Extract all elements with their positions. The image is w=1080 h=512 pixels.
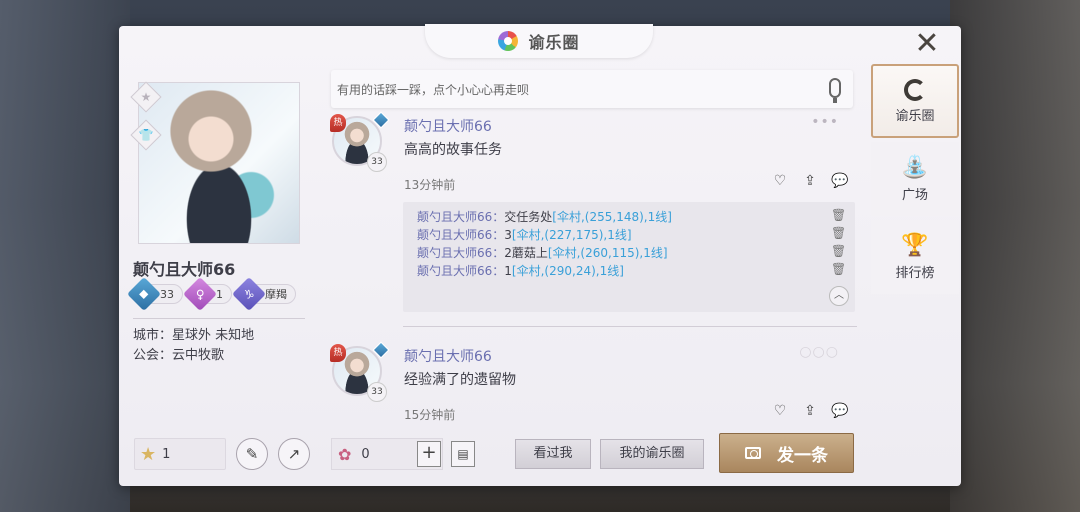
- comment-icon[interactable]: 💬: [831, 402, 849, 420]
- gender-badge: ♀ 1: [183, 277, 232, 311]
- more-options-icon[interactable]: ○○○: [799, 344, 839, 360]
- location-link[interactable]: [伞村,(260,115),1线]: [548, 246, 668, 260]
- comment-text: 交任务处: [504, 210, 553, 224]
- background-right: [950, 0, 1080, 512]
- like-heart-icon[interactable]: ♡: [771, 172, 789, 190]
- trophy-icon: 🏆: [901, 232, 929, 258]
- location-link[interactable]: [伞村,(227,175),1线]: [512, 228, 632, 242]
- location-link[interactable]: [伞村,(290,24),1线]: [512, 264, 624, 278]
- post-author[interactable]: 颠勺且大师66: [404, 346, 492, 366]
- profile-city: 城市：星球外 未知地: [133, 328, 255, 343]
- share-profile-button[interactable]: ↗: [278, 438, 310, 470]
- microphone-icon[interactable]: [829, 78, 841, 103]
- delete-trash-icon[interactable]: 🗑: [831, 262, 846, 276]
- more-options-icon[interactable]: •••: [811, 114, 839, 130]
- share-icon[interactable]: ⇪: [801, 172, 819, 190]
- fountain-icon: ⛲: [901, 154, 929, 180]
- profile-badges: ◆ 33 ♀ 1 ♑ 摩羯: [127, 277, 296, 311]
- comment-text: 3: [504, 228, 512, 242]
- collapse-chevron-up-icon[interactable]: ︿: [829, 286, 849, 306]
- level-badge: ◆ 33: [127, 277, 183, 311]
- add-flower-button[interactable]: +: [417, 441, 441, 467]
- flower-icon: ✿: [338, 444, 352, 464]
- profile-guild: 公会：云中牧歌: [133, 348, 225, 363]
- post-text: 高高的故事任务: [404, 142, 502, 158]
- female-icon: ♀: [183, 277, 217, 311]
- post-author[interactable]: 颠勺且大师66: [404, 116, 492, 136]
- hot-tag: 热: [330, 114, 346, 132]
- zodiac-badge: ♑ 摩羯: [232, 277, 296, 311]
- new-post-label: 发一条: [777, 445, 828, 466]
- profile-avatar[interactable]: [138, 82, 300, 244]
- delete-trash-icon[interactable]: 🗑: [831, 208, 846, 222]
- tab-label: 谕乐圈: [895, 108, 935, 124]
- comment-list: 颠勺且大师66：交任务处[伞村,(255,148),1线] 🗑 颠勺且大师66：…: [403, 202, 855, 312]
- tab-ranking[interactable]: 🏆 排行榜: [871, 220, 959, 294]
- delete-trash-icon[interactable]: 🗑: [831, 226, 846, 240]
- diamond-icon: ◆: [127, 277, 161, 311]
- share-icon[interactable]: ⇪: [801, 402, 819, 420]
- profile-actions: ★ 1 ✎ ↗: [134, 438, 310, 470]
- delete-trash-icon[interactable]: 🗑: [831, 244, 846, 258]
- comment-row: 颠勺且大师66：3[伞村,(227,175),1线]: [417, 226, 632, 243]
- comment-author[interactable]: 颠勺且大师66：: [417, 264, 504, 278]
- post-level: 33: [367, 152, 387, 172]
- post-time: 15分钟前: [404, 408, 456, 422]
- comment-text: 2蘑菇上: [504, 246, 548, 260]
- comment-row: 颠勺且大师66：交任务处[伞村,(255,148),1线]: [417, 208, 672, 225]
- capricorn-icon: ♑: [232, 277, 266, 311]
- social-panel: 谕乐圈 ✕ ★ 👕 颠勺且大师66 ◆ 33 ♀ 1 ♑ 摩羯 城市：星球外 未…: [119, 24, 961, 486]
- edit-signature-button[interactable]: ✎: [236, 438, 268, 470]
- panel-title: 谕乐圈: [528, 33, 580, 52]
- background-left: [0, 0, 130, 512]
- divider: [133, 318, 305, 319]
- comment-input[interactable]: 有用的话踩一踩，点个小心心再走呗: [331, 70, 853, 108]
- hot-tag: 热: [330, 344, 346, 362]
- comment-author[interactable]: 颠勺且大师66：: [417, 210, 504, 224]
- star-count: 1: [162, 446, 171, 462]
- location-link[interactable]: [伞村,(255,148),1线]: [552, 210, 672, 224]
- visitors-button[interactable]: 看过我: [515, 439, 591, 469]
- comment-author[interactable]: 颠勺且大师66：: [417, 228, 504, 242]
- my-moments-button[interactable]: 我的谕乐圈: [600, 439, 704, 469]
- new-post-button[interactable]: 发一条: [719, 433, 854, 473]
- tab-plaza[interactable]: ⛲ 广场: [871, 142, 959, 216]
- star-icon: ★: [140, 443, 157, 465]
- tab-label: 广场: [901, 187, 928, 203]
- roll-icon: [904, 78, 926, 101]
- post-time: 13分钟前: [404, 178, 456, 192]
- gender-value: 1: [216, 287, 223, 301]
- profile-name: 颠勺且大师66: [133, 260, 236, 279]
- comment-row: 颠勺且大师66：2蘑菇上[伞村,(260,115),1线]: [417, 244, 668, 261]
- comment-icon[interactable]: 💬: [831, 172, 849, 190]
- like-heart-icon[interactable]: ♡: [771, 402, 789, 420]
- star-count-box: ★ 1: [134, 438, 226, 470]
- post-divider: [403, 326, 857, 327]
- tab-label: 排行榜: [895, 265, 935, 281]
- flower-count: 0: [361, 446, 370, 462]
- tab-moments[interactable]: 谕乐圈: [871, 64, 959, 138]
- close-button[interactable]: ✕: [913, 29, 941, 59]
- zodiac-value: 摩羯: [265, 288, 287, 301]
- post-level: 33: [367, 382, 387, 402]
- camera-icon: [745, 447, 761, 459]
- notes-icon[interactable]: ▤: [451, 441, 475, 467]
- panel-title-tab: 谕乐圈: [425, 24, 653, 58]
- comment-text: 1: [504, 264, 512, 278]
- colorwheel-logo-icon: [498, 31, 519, 51]
- post-text: 经验满了的遗留物: [404, 372, 516, 388]
- comment-row: 颠勺且大师66：1[伞村,(290,24),1线]: [417, 262, 624, 279]
- level-value: 33: [160, 287, 174, 301]
- input-placeholder: 有用的话踩一踩，点个小心心再走呗: [337, 82, 530, 97]
- comment-author[interactable]: 颠勺且大师66：: [417, 246, 504, 260]
- post-feed[interactable]: 热 33 颠勺且大师66 ••• 高高的故事任务 13分钟前 ♡ ⇪ 💬 颠勺且…: [327, 110, 857, 430]
